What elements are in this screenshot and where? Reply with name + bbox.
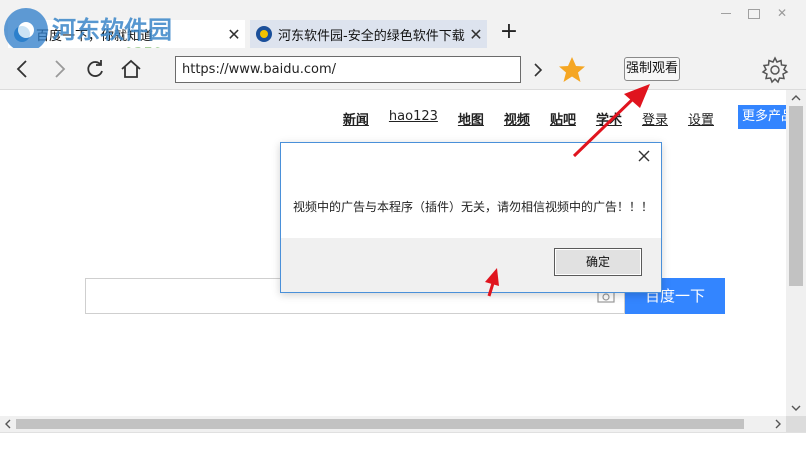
vertical-scroll-thumb[interactable] bbox=[789, 106, 803, 286]
link-tieba[interactable]: 贴吧 bbox=[550, 109, 576, 128]
force-watch-button[interactable]: 强制观看 bbox=[624, 57, 680, 81]
link-hao123[interactable]: hao123 bbox=[389, 109, 438, 128]
scroll-up-icon[interactable] bbox=[791, 93, 801, 103]
tab-close-icon[interactable]: ✕ bbox=[223, 25, 245, 44]
title-bar: 百度一下，你就知道 ✕ 河东软件园-安全的绿色软件下载站 ✕ + ✕ bbox=[0, 0, 806, 48]
go-arrow-icon[interactable] bbox=[530, 59, 546, 81]
status-bar bbox=[0, 432, 806, 466]
forward-arrow-icon[interactable] bbox=[48, 58, 70, 80]
paw-icon bbox=[14, 26, 30, 42]
link-video[interactable]: 视频 bbox=[504, 109, 530, 128]
link-academic[interactable]: 学术 bbox=[596, 109, 622, 128]
tab-title: 百度一下，你就知道 bbox=[36, 28, 154, 44]
dialog-message: 视频中的广告与本程序（插件）无关，请勿相信视频中的广告！！！ bbox=[293, 200, 654, 214]
dialog-footer: 确定 bbox=[281, 238, 661, 292]
refresh-icon[interactable] bbox=[84, 58, 106, 80]
horizontal-scroll-thumb[interactable] bbox=[16, 419, 744, 429]
back-arrow-icon[interactable] bbox=[12, 58, 34, 80]
address-bar[interactable]: https://www.baidu.com/ bbox=[175, 56, 521, 83]
scroll-right-icon[interactable] bbox=[773, 419, 783, 429]
new-tab-button[interactable]: + bbox=[498, 21, 520, 44]
tab-baidu[interactable]: 百度一下，你就知道 ✕ bbox=[8, 20, 245, 48]
window-controls: ✕ bbox=[712, 4, 796, 22]
hedong-logo-icon bbox=[256, 26, 272, 42]
scroll-down-icon[interactable] bbox=[791, 403, 801, 413]
gear-icon[interactable] bbox=[761, 56, 789, 84]
more-products-button[interactable]: 更多产品 bbox=[738, 105, 786, 129]
vertical-scrollbar[interactable] bbox=[786, 90, 806, 416]
tab-hedong[interactable]: 河东软件园-安全的绿色软件下载站 ✕ bbox=[250, 20, 487, 48]
link-news[interactable]: 新闻 bbox=[343, 109, 369, 128]
home-icon[interactable] bbox=[120, 58, 142, 80]
link-map[interactable]: 地图 bbox=[458, 109, 484, 128]
link-settings[interactable]: 设置 bbox=[688, 109, 714, 128]
close-icon[interactable] bbox=[637, 149, 651, 163]
navigation-toolbar: https://www.baidu.com/ 强制观看 bbox=[0, 48, 806, 90]
link-login[interactable]: 登录 bbox=[642, 109, 668, 128]
ad-warning-dialog: 视频中的广告与本程序（插件）无关，请勿相信视频中的广告！！！ 确定 bbox=[280, 142, 662, 293]
maximize-icon[interactable] bbox=[740, 4, 768, 22]
minimize-icon[interactable] bbox=[712, 4, 740, 22]
favorite-star-icon[interactable] bbox=[557, 55, 587, 85]
scroll-left-icon[interactable] bbox=[3, 419, 13, 429]
scrollbar-corner bbox=[786, 416, 806, 432]
ok-button[interactable]: 确定 bbox=[554, 248, 642, 276]
close-icon[interactable]: ✕ bbox=[768, 4, 796, 22]
tab-close-icon[interactable]: ✕ bbox=[465, 25, 487, 44]
horizontal-scrollbar[interactable] bbox=[0, 416, 786, 432]
top-nav-links: 新闻 hao123 地图 视频 贴吧 学术 登录 设置 bbox=[323, 109, 714, 128]
tab-title: 河东软件园-安全的绿色软件下载站 bbox=[278, 28, 465, 44]
